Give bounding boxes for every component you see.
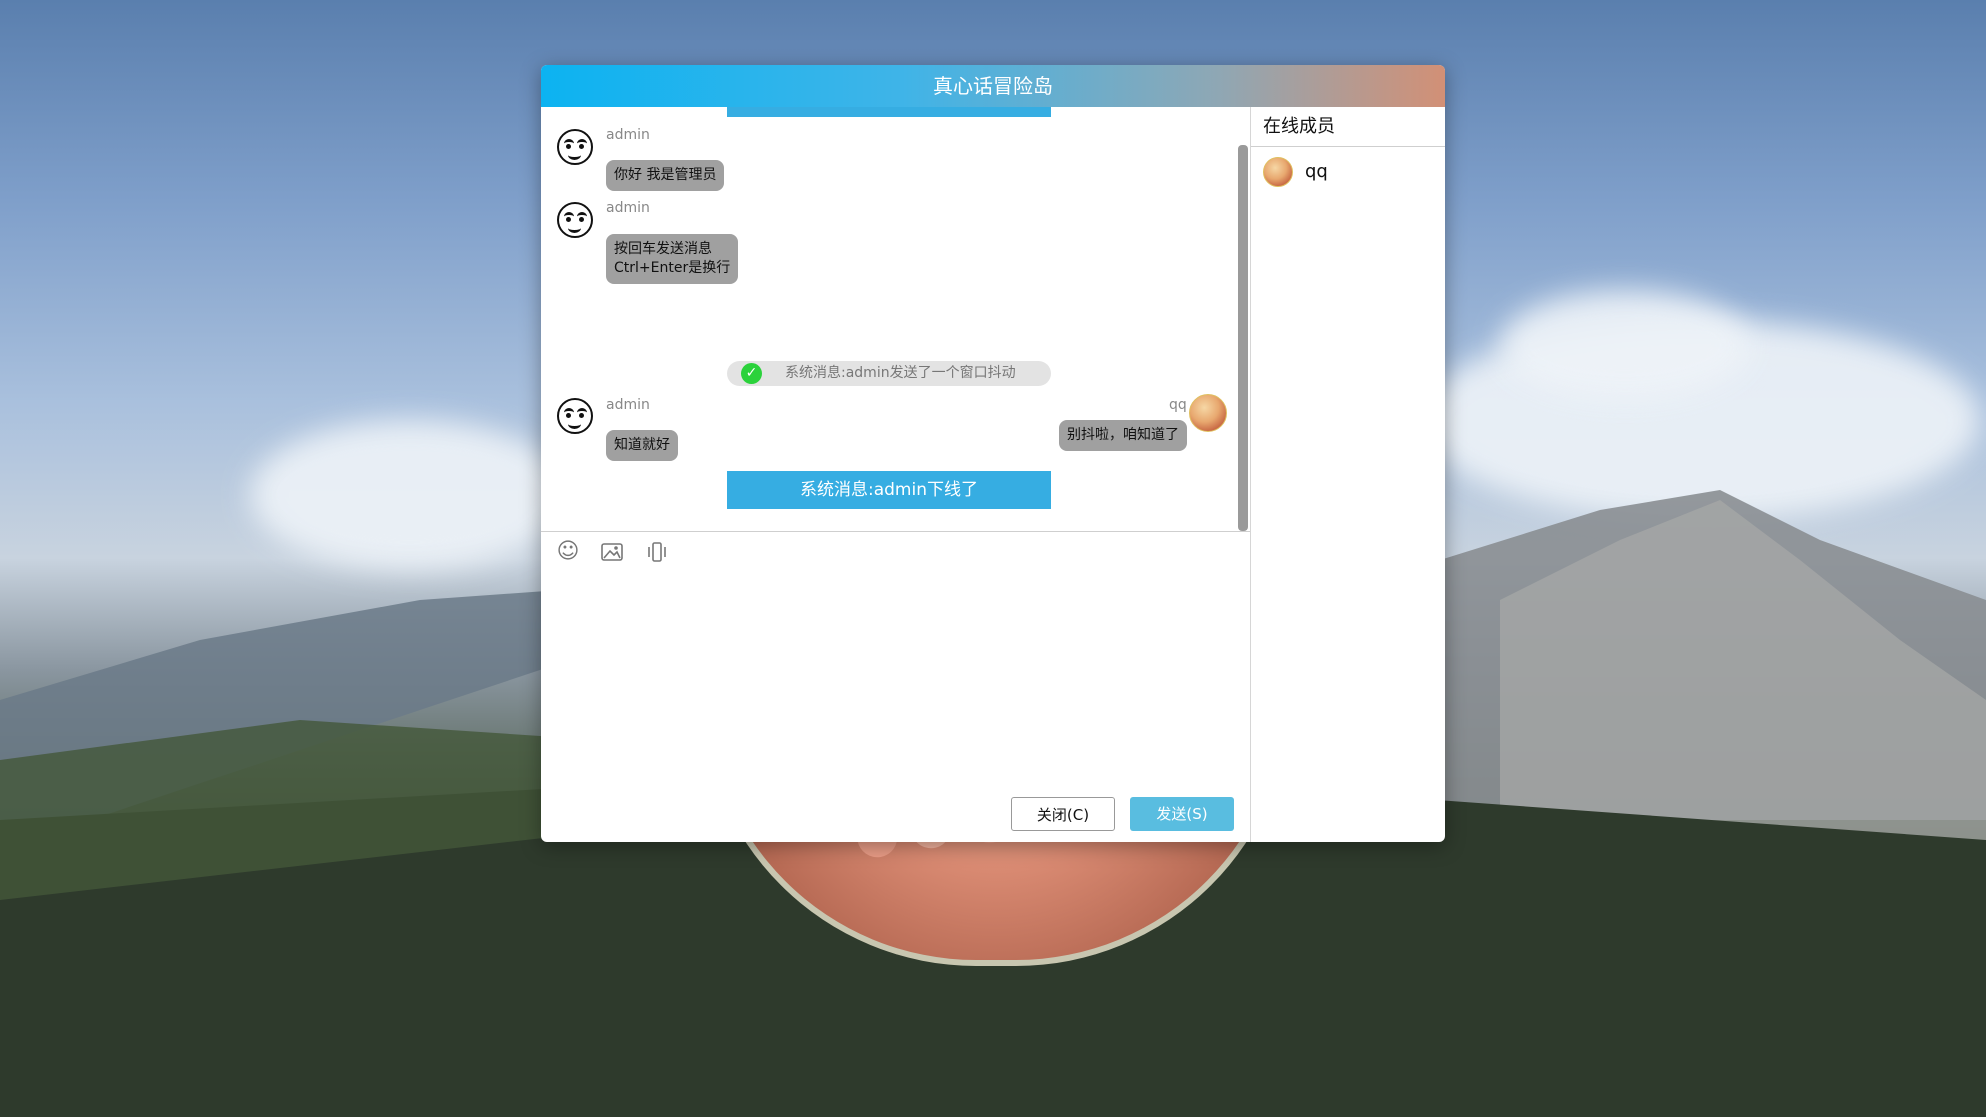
system-banner-top (727, 107, 1051, 117)
shake-icon[interactable] (642, 537, 672, 567)
message-sender: admin (606, 127, 650, 143)
message-input[interactable] (541, 571, 1250, 821)
system-banner: 系统消息:admin下线了 (727, 471, 1051, 509)
message-bubble: 你好 我是管理员 (606, 160, 725, 191)
admin-avatar[interactable] (557, 398, 593, 434)
members-panel: 在线成员 qq (1251, 107, 1445, 842)
message-sender: admin (606, 397, 650, 413)
admin-avatar[interactable] (557, 129, 593, 165)
chat-window: 真心话冒险岛 admin 你好 我是管理员 admin 按回车发送消息 Ctrl… (541, 65, 1445, 842)
image-icon[interactable] (597, 537, 627, 567)
window-title[interactable]: 真心话冒险岛 (541, 65, 1445, 107)
members-header: 在线成员 (1251, 107, 1445, 147)
message-list[interactable]: admin 你好 我是管理员 admin 按回车发送消息 Ctrl+Enter是… (541, 107, 1250, 532)
message-sender: qq (1169, 397, 1187, 413)
scrollbar-thumb[interactable] (1238, 145, 1248, 531)
input-toolbar: ☺ (541, 537, 1250, 569)
message-line: Ctrl+Enter是换行 (614, 260, 731, 276)
message-bubble: 别抖啦，咱知道了 (1059, 420, 1187, 451)
message-sender: admin (606, 200, 650, 216)
send-button[interactable]: 发送(S) (1130, 797, 1234, 831)
smiley-icon[interactable]: ☺ (553, 537, 583, 567)
system-notice: ✓ 系统消息:admin发送了一个窗口抖动 (727, 361, 1051, 386)
message-bubble: 按回车发送消息 Ctrl+Enter是换行 (606, 234, 739, 284)
message-bubble: 知道就好 (606, 430, 678, 461)
qq-avatar[interactable] (1189, 394, 1227, 432)
chat-area: admin 你好 我是管理员 admin 按回车发送消息 Ctrl+Enter是… (541, 107, 1251, 842)
scrollbar[interactable] (1238, 107, 1248, 531)
member-name: qq (1305, 161, 1328, 182)
message-line: 按回车发送消息 (614, 241, 712, 257)
check-icon: ✓ (741, 363, 762, 384)
close-button[interactable]: 关闭(C) (1011, 797, 1115, 831)
admin-avatar[interactable] (557, 202, 593, 238)
member-avatar (1263, 157, 1293, 187)
system-notice-text: 系统消息:admin发送了一个窗口抖动 (785, 365, 1016, 381)
